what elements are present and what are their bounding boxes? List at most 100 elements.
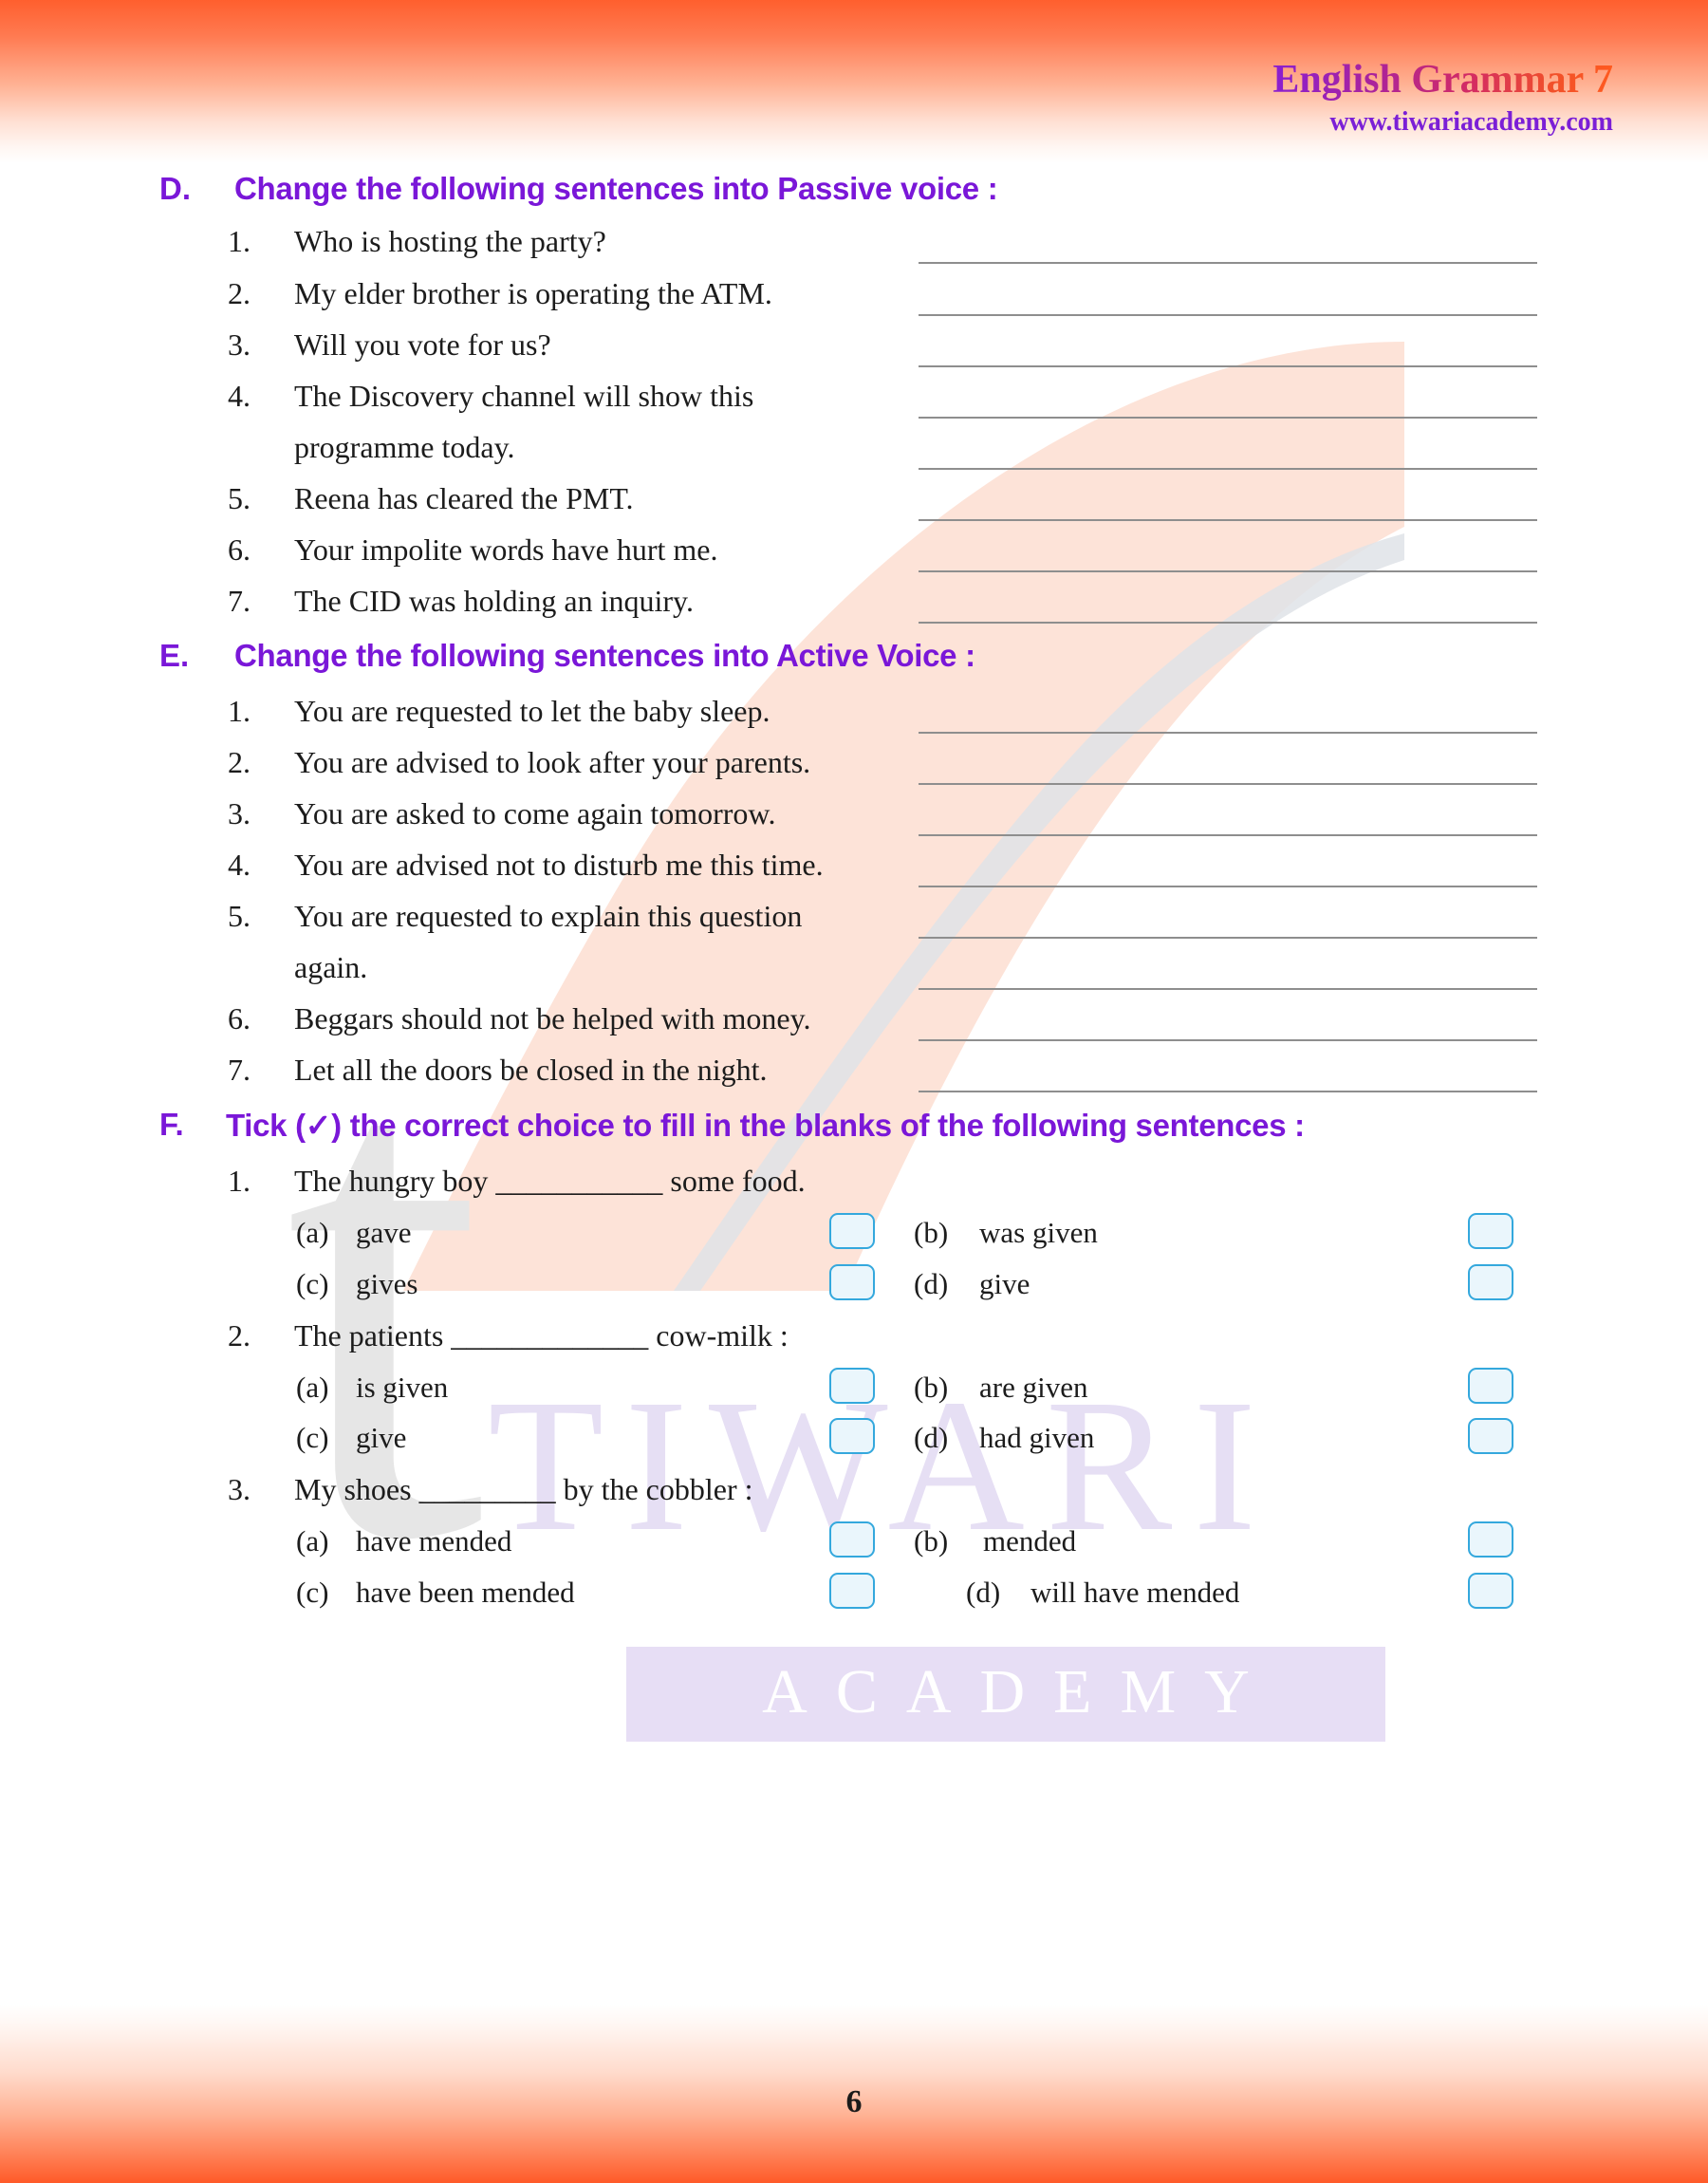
option-label-d[interactable]: had given (979, 1421, 1094, 1455)
answer-line[interactable] (919, 1039, 1537, 1041)
option-tag-a: (a) (296, 1371, 329, 1404)
answer-line[interactable] (919, 262, 1537, 264)
answer-line[interactable] (919, 988, 1537, 990)
watermark-brand-tiwari: TIWARI (488, 1361, 1277, 1571)
option-tag-a: (a) (296, 1524, 329, 1558)
question-text: You are requested to explain this questi… (294, 899, 803, 933)
section-heading-f: Tick (✓) the correct choice to fill in t… (226, 1108, 1305, 1143)
question-text: The CID was holding an inquiry. (294, 584, 694, 618)
checkbox-option-b[interactable] (1468, 1368, 1513, 1404)
question-number: 2. (228, 745, 251, 779)
question-text: My elder brother is operating the ATM. (294, 276, 772, 310)
option-label-a[interactable]: is given (356, 1371, 448, 1405)
answer-line[interactable] (919, 937, 1537, 939)
question-text-continued: programme today. (294, 430, 515, 464)
question-text: You are advised not to disturb me this t… (294, 848, 824, 882)
answer-line[interactable] (919, 886, 1537, 887)
question-number: 1. (228, 694, 251, 728)
question-text: Reena has cleared the PMT. (294, 481, 634, 515)
option-label-a[interactable]: have mended (356, 1524, 511, 1558)
option-label-c[interactable]: give (356, 1421, 406, 1455)
option-label-b[interactable]: was given (979, 1216, 1098, 1250)
section-letter-f: F. (159, 1107, 184, 1142)
checkbox-option-c[interactable] (829, 1264, 875, 1300)
option-tag-d: (d) (966, 1576, 1001, 1609)
answer-line[interactable] (919, 519, 1537, 521)
option-tag-d: (d) (914, 1267, 949, 1300)
question-text: You are advised to look after your paren… (294, 745, 811, 779)
checkbox-option-b[interactable] (1468, 1521, 1513, 1558)
question-number: 6. (228, 1001, 251, 1036)
answer-line[interactable] (919, 468, 1537, 470)
option-label-d[interactable]: will have mended (1030, 1576, 1239, 1610)
question-number: 4. (228, 848, 251, 882)
page-number: 6 (845, 2084, 863, 2119)
book-title: English Grammar 7 (1272, 58, 1613, 102)
option-tag-d: (d) (914, 1421, 949, 1454)
checkbox-option-a[interactable] (829, 1521, 875, 1558)
question-number: 3. (228, 1472, 251, 1506)
answer-line[interactable] (919, 622, 1537, 624)
option-label-c[interactable]: have been mended (356, 1576, 575, 1610)
question-text: Who is hosting the party? (294, 224, 606, 258)
question-number: 3. (228, 327, 251, 362)
option-tag-c: (c) (296, 1421, 329, 1454)
question-stem: The patients _____________ cow-milk : (294, 1318, 789, 1353)
question-text: You are requested to let the baby sleep. (294, 694, 770, 728)
option-label-c[interactable]: gives (356, 1267, 418, 1301)
answer-line[interactable] (919, 417, 1537, 419)
answer-line[interactable] (919, 1091, 1537, 1092)
answer-line[interactable] (919, 570, 1537, 572)
answer-line[interactable] (919, 365, 1537, 367)
checkbox-option-a[interactable] (829, 1213, 875, 1249)
question-number: 7. (228, 584, 251, 618)
question-number: 5. (228, 899, 251, 933)
question-number: 6. (228, 532, 251, 567)
website-url[interactable]: www.tiwariacademy.com (1272, 106, 1613, 139)
answer-line[interactable] (919, 314, 1537, 316)
section-heading-d: Change the following sentences into Pass… (234, 171, 998, 206)
question-text: Your impolite words have hurt me. (294, 532, 718, 567)
option-tag-c: (c) (296, 1267, 329, 1300)
question-number: 2. (228, 1318, 251, 1353)
checkbox-option-d[interactable] (1468, 1573, 1513, 1609)
question-number: 5. (228, 481, 251, 515)
option-label-b[interactable]: mended (983, 1524, 1076, 1558)
option-tag-c: (c) (296, 1576, 329, 1609)
question-number: 2. (228, 276, 251, 310)
answer-line[interactable] (919, 834, 1537, 836)
question-text: The Discovery channel will show this (294, 379, 754, 413)
answer-line[interactable] (919, 783, 1537, 785)
question-number: 4. (228, 379, 251, 413)
checkbox-option-a[interactable] (829, 1368, 875, 1404)
option-label-a[interactable]: gave (356, 1216, 412, 1250)
question-text: Let all the doors be closed in the night… (294, 1053, 768, 1087)
question-number: 1. (228, 224, 251, 258)
question-number: 7. (228, 1053, 251, 1087)
section-letter-e: E. (159, 638, 190, 673)
question-text-continued: again. (294, 950, 368, 984)
question-text: Beggars should not be helped with money. (294, 1001, 811, 1036)
checkbox-option-c[interactable] (829, 1418, 875, 1454)
question-text: Will you vote for us? (294, 327, 551, 362)
option-label-d[interactable]: give (979, 1267, 1030, 1301)
question-number: 3. (228, 796, 251, 830)
option-tag-b: (b) (914, 1216, 949, 1249)
question-stem: My shoes _________ by the cobbler : (294, 1472, 753, 1506)
question-text: You are asked to come again tomorrow. (294, 796, 776, 830)
question-stem: The hungry boy ___________ some food. (294, 1164, 806, 1198)
section-heading-e: Change the following sentences into Acti… (234, 638, 975, 673)
page-header: English Grammar 7 www.tiwariacademy.com (1272, 59, 1613, 139)
option-label-b[interactable]: are given (979, 1371, 1087, 1405)
watermark-academy-band (626, 1647, 1385, 1742)
question-number: 1. (228, 1164, 251, 1198)
checkbox-option-d[interactable] (1468, 1418, 1513, 1454)
option-tag-a: (a) (296, 1216, 329, 1249)
answer-line[interactable] (919, 732, 1537, 734)
checkbox-option-b[interactable] (1468, 1213, 1513, 1249)
option-tag-b: (b) (914, 1371, 949, 1404)
section-letter-d: D. (159, 171, 191, 206)
checkbox-option-d[interactable] (1468, 1264, 1513, 1300)
checkbox-option-c[interactable] (829, 1573, 875, 1609)
watermark-academy-text: ACADEMY (762, 1657, 1278, 1726)
